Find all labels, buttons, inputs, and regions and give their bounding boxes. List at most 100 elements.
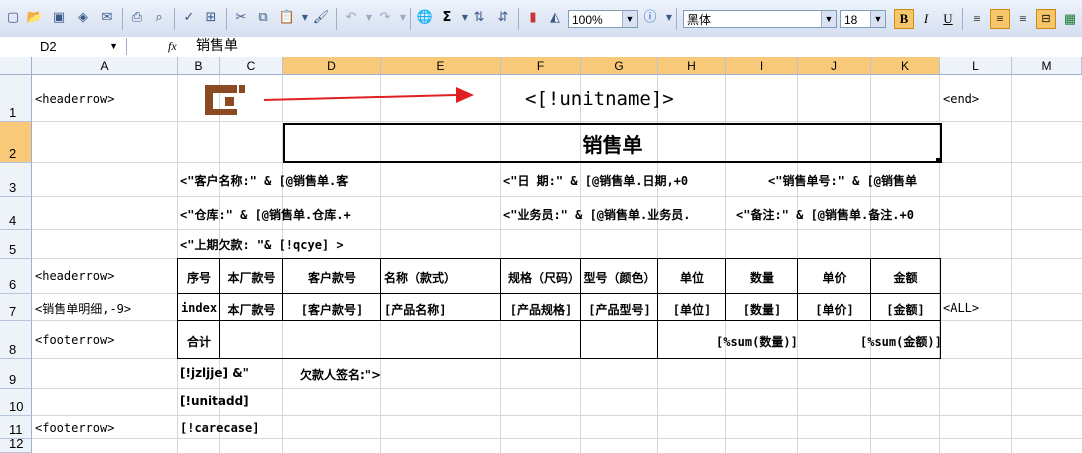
currency-icon[interactable]: ▦ xyxy=(1060,9,1080,29)
column-header-a[interactable]: A xyxy=(32,57,178,75)
name-box[interactable]: D2 ▼ xyxy=(0,38,127,55)
autosum-icon[interactable]: Σ xyxy=(438,9,456,27)
column-header-g[interactable]: G xyxy=(581,57,658,75)
row-header-6[interactable]: 6 xyxy=(0,259,32,294)
sort-ascending-icon[interactable]: ⇅ xyxy=(470,9,488,27)
row7-customer-no[interactable]: [客户款号] xyxy=(283,301,381,318)
hyperlink-icon[interactable]: 🌐 xyxy=(416,9,434,27)
cell-a7[interactable]: <销售单明细,-9> xyxy=(35,300,131,317)
column-header-h[interactable]: H xyxy=(658,57,726,75)
open-folder-icon[interactable]: 📂 xyxy=(26,9,44,27)
cell-b10[interactable]: [!unitadd] xyxy=(180,394,249,408)
cell-a8[interactable]: <footerrow> xyxy=(35,333,114,347)
fill-handle[interactable] xyxy=(936,158,941,163)
chevron-down-icon: ▼ xyxy=(870,11,885,27)
cell-a1[interactable]: <headerrow> xyxy=(35,92,114,106)
paste-icon[interactable]: 📋 xyxy=(278,9,296,27)
cell-b9-signature[interactable]: 欠款人签名:"> xyxy=(300,366,381,383)
insert-function-icon[interactable]: fx xyxy=(168,38,177,55)
cell-f3[interactable]: <"日 期:" & [@销售单.日期,+0 xyxy=(503,172,728,189)
chart-wizard-icon[interactable]: ▮ xyxy=(524,9,542,27)
row7-qty[interactable]: [数量] xyxy=(726,301,798,318)
column-header-d[interactable]: D xyxy=(283,57,381,75)
row-header-7[interactable]: 7 xyxy=(0,294,32,321)
cell-sum-qty[interactable]: [%sum(数量)] xyxy=(716,333,798,350)
header-amount: 金额 xyxy=(893,271,918,285)
cell-l7[interactable]: <ALL> xyxy=(943,301,979,315)
row-header-3[interactable]: 3 xyxy=(0,163,32,197)
format-painter-icon[interactable]: 🖌 xyxy=(312,9,330,27)
column-header-m[interactable]: M xyxy=(1012,57,1082,75)
formula-input[interactable]: 销售单 xyxy=(196,38,238,55)
align-center-icon[interactable]: ≡ xyxy=(990,9,1010,29)
column-header-c[interactable]: C xyxy=(220,57,283,75)
row7-factory-no[interactable]: 本厂款号 xyxy=(220,301,283,318)
chevron-down-icon: ▼ xyxy=(109,41,118,51)
cell-b4[interactable]: <"仓库:" & [@销售单.仓库.+ xyxy=(180,206,382,223)
cell-a11[interactable]: <footerrow> xyxy=(35,421,114,435)
cell-sum-amount[interactable]: [%sum(金额)] xyxy=(860,333,942,350)
font-name-select[interactable]: 黑体 ▼ xyxy=(683,10,837,28)
row7-unit[interactable]: [单位] xyxy=(658,301,726,318)
sort-descending-icon[interactable]: ⇵ xyxy=(494,9,512,27)
undo-icon[interactable]: ↶ xyxy=(342,9,360,27)
row-header-2[interactable]: 2 xyxy=(0,122,32,163)
row-header-5[interactable]: 5 xyxy=(0,230,32,259)
row-header-1[interactable]: 1 xyxy=(0,75,32,122)
merge-center-icon[interactable]: ⊟ xyxy=(1036,9,1056,29)
print-preview-icon[interactable]: ⌕ xyxy=(150,9,168,27)
select-all-corner[interactable] xyxy=(0,57,32,75)
column-header-e[interactable]: E xyxy=(381,57,501,75)
cell-d2-title: 销售单 xyxy=(582,133,643,157)
row7-amount[interactable]: [金额] xyxy=(871,301,940,318)
row-header-10[interactable]: 10 xyxy=(0,389,32,416)
print-icon[interactable]: ⎙ xyxy=(128,9,146,27)
row7-product-spec[interactable]: [产品规格] xyxy=(501,301,581,318)
column-header-f[interactable]: F xyxy=(501,57,581,75)
underline-button[interactable]: U xyxy=(938,9,958,29)
row7-index[interactable]: index xyxy=(178,301,220,315)
column-header-j[interactable]: J xyxy=(798,57,871,75)
cell-l1[interactable]: <end> xyxy=(943,92,979,106)
permission-icon[interactable]: ◈ xyxy=(74,9,92,27)
cell-b3[interactable]: <"客户名称:" & [@销售单.客 xyxy=(180,172,380,189)
italic-button[interactable]: I xyxy=(916,9,936,29)
font-size-select[interactable]: 18 ▼ xyxy=(840,10,886,28)
column-header-b[interactable]: B xyxy=(178,57,220,75)
row7-product-model[interactable]: [产品型号] xyxy=(581,301,658,318)
cell-b8-total[interactable]: 合计 xyxy=(178,333,220,350)
row-header-4[interactable]: 4 xyxy=(0,197,32,230)
row7-price[interactable]: [单价] xyxy=(798,301,871,318)
cell-b11[interactable]: [!carecase] xyxy=(180,421,259,435)
row-header-8[interactable]: 8 xyxy=(0,321,32,359)
column-header-l[interactable]: L xyxy=(940,57,1012,75)
cell-f4[interactable]: <"业务员:" & [@销售单.业务员. xyxy=(503,206,728,223)
column-header-k[interactable]: K xyxy=(871,57,940,75)
align-right-icon[interactable]: ≡ xyxy=(1013,9,1033,29)
header-qty: 数量 xyxy=(749,271,774,285)
cell-title-field[interactable]: <[!unitname]> xyxy=(525,88,674,110)
bold-button[interactable]: B xyxy=(894,9,914,29)
row-header-12[interactable]: 12 xyxy=(0,436,32,453)
copy-icon[interactable]: ⧉ xyxy=(254,9,272,27)
cell-i3[interactable]: <"销售单号:" & [@销售单 xyxy=(768,172,940,189)
row7-product-name[interactable]: [产品名称] xyxy=(384,301,500,318)
cell-h4[interactable]: <"备注:" & [@销售单.备注.+0 xyxy=(736,206,940,223)
research-icon[interactable]: ⊞ xyxy=(202,9,220,27)
spelling-icon[interactable]: ✓ xyxy=(180,9,198,27)
zoom-select[interactable]: 100% ▼ xyxy=(568,10,638,28)
cell-b9[interactable]: [!jzljje] &" xyxy=(180,366,249,380)
new-icon[interactable]: ▢ xyxy=(4,9,22,27)
header-factory-no: 本厂款号 xyxy=(227,271,276,285)
redo-icon[interactable]: ↷ xyxy=(376,9,394,27)
cell-b5[interactable]: <"上期欠款: "& [!qcye] > xyxy=(180,236,344,253)
cut-icon[interactable]: ✂ xyxy=(232,9,250,27)
column-header-i[interactable]: I xyxy=(726,57,798,75)
row-header-9[interactable]: 9 xyxy=(0,359,32,389)
cell-a6[interactable]: <headerrow> xyxy=(35,269,114,283)
save-icon[interactable]: ▣ xyxy=(50,9,68,27)
help-icon[interactable]: ⓘ xyxy=(641,9,659,27)
drawing-icon[interactable]: ◭ xyxy=(546,9,564,27)
email-icon[interactable]: ✉ xyxy=(98,9,116,27)
align-left-icon[interactable]: ≡ xyxy=(967,9,987,29)
